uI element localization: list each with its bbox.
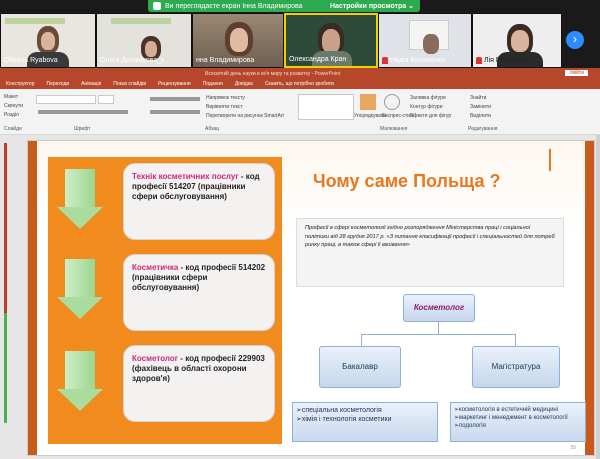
font-name-select[interactable]: [36, 95, 96, 104]
tab-transitions[interactable]: Переходи: [41, 79, 76, 89]
diagram-branch-bachelor: Бакалавр: [319, 346, 401, 388]
participant-name: Олександра Кран: [289, 56, 347, 63]
accent-line: [549, 149, 551, 171]
replace-button[interactable]: Замінити: [470, 104, 491, 110]
profession-card: Технік косметичних послуг - код професії…: [123, 163, 275, 240]
view-options-button[interactable]: Настройки просмотра ⌄: [330, 2, 414, 10]
tab-view[interactable]: Подання: [197, 79, 229, 89]
find-button[interactable]: Знайти: [470, 95, 486, 101]
participant-name: Надія Кононенко: [382, 57, 445, 64]
connector: [361, 334, 516, 346]
tab-animation[interactable]: Анімація: [75, 79, 107, 89]
down-arrow-shape: [57, 259, 119, 323]
ribbon: Макет Скинути Розділ Слайди Шрифт Напрям…: [0, 89, 600, 135]
participant-strip: Oksana Ryabova Ольга Должикова_к... нна …: [0, 13, 600, 68]
diagram-root: Косметолог: [403, 294, 475, 322]
app-titlebar: Всесвітній день науки в ім'я миру та роз…: [0, 68, 600, 79]
slide[interactable]: Технік косметичних послуг - код професії…: [27, 140, 595, 456]
list-item: ➢подологія: [454, 423, 486, 429]
participant-tile[interactable]: Ольга Должикова_к...: [96, 13, 192, 68]
font-format-buttons[interactable]: [38, 110, 128, 114]
layout-button[interactable]: Макет: [4, 94, 18, 100]
slide-frame-left: [28, 141, 37, 455]
sign-in-button[interactable]: Увійти: [565, 70, 588, 76]
shape-outline-button[interactable]: Контур фігури: [410, 104, 442, 110]
participant-name: Oksana Ryabova: [4, 57, 58, 64]
slide-number: 55: [570, 445, 576, 451]
group-label-drawing: Малювання: [380, 126, 408, 132]
participant-tile[interactable]: нна Владимирова: [192, 13, 284, 68]
bachelor-list: ➢спеціальна косметологія ➢хімія і технол…: [292, 402, 438, 442]
master-list: ➢косметологія в естетичній медицині ➢мар…: [450, 402, 586, 442]
group-label-font: Шрифт: [74, 126, 91, 132]
align-text-button[interactable]: Вирівняти текст: [206, 104, 243, 110]
arrange-icon[interactable]: [360, 94, 376, 110]
group-label-paragraph: Абзац: [205, 126, 220, 132]
tab-design[interactable]: Конструктор: [0, 79, 41, 89]
slide-workarea: Технік косметичних послуг - код професії…: [0, 135, 600, 459]
shapes-gallery[interactable]: [298, 94, 354, 120]
participant-tile[interactable]: Oksana Ryabova: [0, 13, 96, 68]
participant-tile-active[interactable]: Олександра Кран: [284, 13, 378, 68]
ribbon-tabs: Конструктор Переходи Анімація Показ слай…: [0, 79, 600, 89]
chevron-right-icon[interactable]: ›: [566, 31, 584, 49]
select-button[interactable]: Виділити: [470, 113, 491, 119]
list-item: ➢хімія і технологія косметики: [296, 416, 392, 423]
share-screen-icon: [153, 2, 161, 10]
tab-slideshow[interactable]: Показ слайдів: [107, 79, 152, 89]
align-buttons[interactable]: [150, 110, 200, 114]
list-item: ➢спеціальна косметологія: [296, 407, 382, 414]
slide-title: Чому саме Польща ?: [313, 171, 501, 191]
thumbnail-strip[interactable]: [0, 135, 24, 459]
screen-share-banner: Ви переглядаєте екран Інна Владимирова Н…: [148, 0, 420, 12]
connector: [438, 322, 439, 334]
zoom-top-bar: Ви переглядаєте екран Інна Владимирова Н…: [0, 0, 600, 13]
shape-effects-button[interactable]: Ефекти для фігур: [410, 113, 451, 119]
window-title: Всесвітній день науки в ім'я миру та роз…: [205, 71, 341, 77]
list-buttons[interactable]: [150, 97, 200, 101]
description-textbox: Професії в сфері косметології згідно роз…: [296, 218, 564, 287]
share-banner-text: Ви переглядаєте екран Інна Владимирова: [165, 2, 303, 10]
muted-mic-icon: [382, 57, 388, 64]
participant-name: нна Владимирова: [196, 57, 255, 64]
profession-card: Косметолог - код професії 229903 (фахіве…: [123, 345, 275, 422]
muted-mic-icon: [476, 57, 482, 64]
font-size-select[interactable]: [98, 95, 114, 104]
down-arrow-shape: [57, 169, 119, 233]
list-item: ➢косметологія в естетичній медицині: [454, 407, 559, 413]
down-arrow-shape: [57, 351, 119, 415]
smartart-button[interactable]: Перетворити на рисунок SmartArt: [206, 113, 284, 119]
participant-name: Лія Перехода: [476, 57, 528, 64]
list-item: ➢маркетинг і менеджмент в косметології: [454, 415, 568, 421]
vertical-scrollbar[interactable]: [596, 135, 600, 459]
group-label-slides: Слайди: [4, 126, 22, 132]
tab-help[interactable]: Довідка: [229, 79, 259, 89]
profession-card: Косметичка - код професії 514202 (праців…: [123, 254, 275, 331]
participant-tile[interactable]: Лія Перехода: [472, 13, 562, 68]
tab-review[interactable]: Рецензування: [152, 79, 197, 89]
reset-button[interactable]: Скинути: [4, 103, 23, 109]
participant-tile[interactable]: Надія Кононенко: [378, 13, 472, 68]
group-label-editing: Редагування: [468, 126, 498, 132]
shape-fill-button[interactable]: Заливка фігури: [410, 95, 446, 101]
diagram-branch-master: Магістратура: [472, 346, 560, 388]
participant-name: Ольга Должикова_к...: [100, 57, 170, 64]
section-button[interactable]: Розділ: [4, 112, 19, 118]
text-direction-button[interactable]: Напрямок тексту: [206, 95, 245, 101]
slide-frame-right: [585, 141, 594, 455]
screen: Ви переглядаєте екран Інна Владимирова Н…: [0, 0, 600, 459]
tell-me-search[interactable]: Скажіть, що потрібно зробити: [259, 79, 340, 89]
quick-styles-icon[interactable]: [384, 94, 400, 110]
